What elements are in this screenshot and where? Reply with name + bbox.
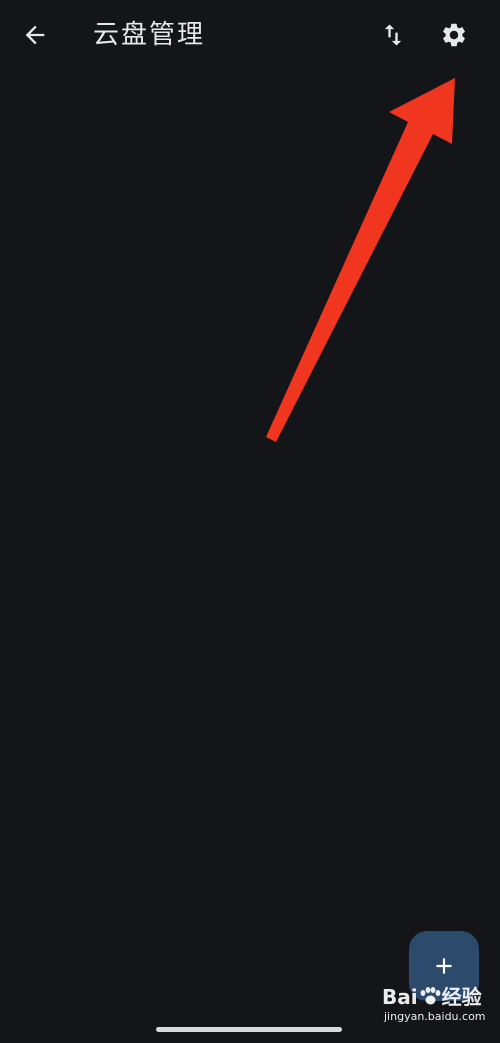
back-button[interactable] (11, 11, 59, 59)
arrow-left-icon (25, 25, 45, 45)
watermark-brand: Bai 经验 (382, 985, 482, 1009)
home-indicator[interactable] (156, 1027, 342, 1032)
baidu-jingyan-watermark: Bai 经验 jingyan.baidu.com (382, 985, 497, 1031)
watermark-brand-suffix: 经验 (441, 985, 482, 1009)
paw-icon (420, 987, 441, 1005)
gear-icon (443, 23, 465, 47)
drive-list-empty (0, 72, 500, 972)
plus-icon (436, 958, 452, 974)
watermark-url: jingyan.baidu.com (384, 1010, 486, 1023)
app-screen: 云盘管理 Bai 经验 jingyan.baidu.com (0, 0, 500, 1043)
sort-arrows-icon (384, 24, 402, 46)
page-title: 云盘管理 (93, 20, 206, 50)
top-app-bar: 云盘管理 (0, 0, 500, 72)
settings-button[interactable] (430, 11, 478, 59)
sort-button[interactable] (369, 11, 417, 59)
watermark-brand-prefix: Bai (382, 985, 418, 1009)
